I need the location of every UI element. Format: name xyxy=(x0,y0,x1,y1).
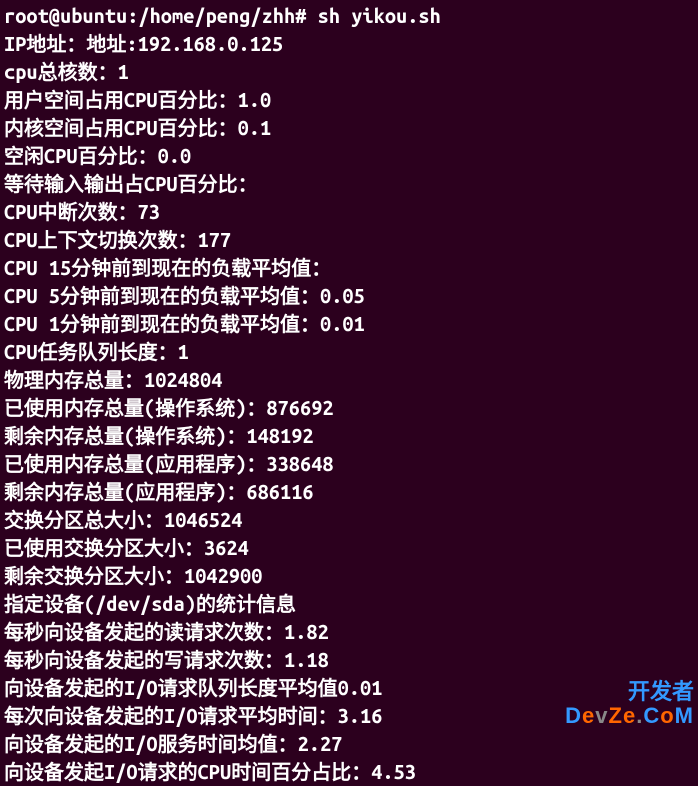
watermark-cn: 开发者 xyxy=(565,680,694,704)
command-text: sh yikou.sh xyxy=(318,4,441,27)
output-line: 向设备发起的I/O服务时间均值：2.27 xyxy=(4,730,694,758)
output-line: 每秒向设备发起的写请求次数：1.18 xyxy=(4,646,694,674)
terminal-output: IP地址：地址:192.168.0.125cpu总核数：1用户空间占用CPU百分… xyxy=(4,30,694,786)
prompt-symbol: # xyxy=(295,4,306,27)
watermark: 开发者 DevZe.CoM xyxy=(565,680,694,728)
output-line: 交换分区总大小：1046524 xyxy=(4,506,694,534)
output-line: 指定设备(/dev/sda)的统计信息 xyxy=(4,590,694,618)
output-line: 等待输入输出占CPU百分比： xyxy=(4,170,694,198)
output-line: IP地址：地址:192.168.0.125 xyxy=(4,30,694,58)
output-line: 已使用内存总量(应用程序)：338648 xyxy=(4,450,694,478)
output-line: 向设备发起I/O请求的CPU时间百分占比：4.53 xyxy=(4,758,694,786)
output-line: 剩余内存总量(操作系统)：148192 xyxy=(4,422,694,450)
output-line: 已使用交换分区大小：3624 xyxy=(4,534,694,562)
output-line: 每秒向设备发起的读请求次数：1.82 xyxy=(4,618,694,646)
watermark-en: DevZe.CoM xyxy=(565,703,694,728)
output-line: CPU上下文切换次数：177 xyxy=(4,226,694,254)
output-line: 用户空间占用CPU百分比：1.0 xyxy=(4,86,694,114)
terminal-prompt-line[interactable]: root@ubuntu:/home/peng/zhh# sh yikou.sh xyxy=(4,2,694,30)
output-line: 内核空间占用CPU百分比：0.1 xyxy=(4,114,694,142)
output-line: 已使用内存总量(操作系统)：876692 xyxy=(4,394,694,422)
prompt-colon: : xyxy=(127,4,138,27)
output-line: CPU中断次数：73 xyxy=(4,198,694,226)
output-line: CPU任务队列长度：1 xyxy=(4,338,694,366)
output-line: CPU 1分钟前到现在的负载平均值：0.01 xyxy=(4,310,694,338)
output-line: 剩余交换分区大小：1042900 xyxy=(4,562,694,590)
prompt-user: root@ubuntu xyxy=(4,4,127,27)
output-line: cpu总核数：1 xyxy=(4,58,694,86)
output-line: 空闲CPU百分比：0.0 xyxy=(4,142,694,170)
output-line: CPU 5分钟前到现在的负载平均值：0.05 xyxy=(4,282,694,310)
prompt-path: /home/peng/zhh xyxy=(138,4,295,27)
output-line: CPU 15分钟前到现在的负载平均值： xyxy=(4,254,694,282)
output-line: 物理内存总量：1024804 xyxy=(4,366,694,394)
output-line: 剩余内存总量(应用程序)：686116 xyxy=(4,478,694,506)
